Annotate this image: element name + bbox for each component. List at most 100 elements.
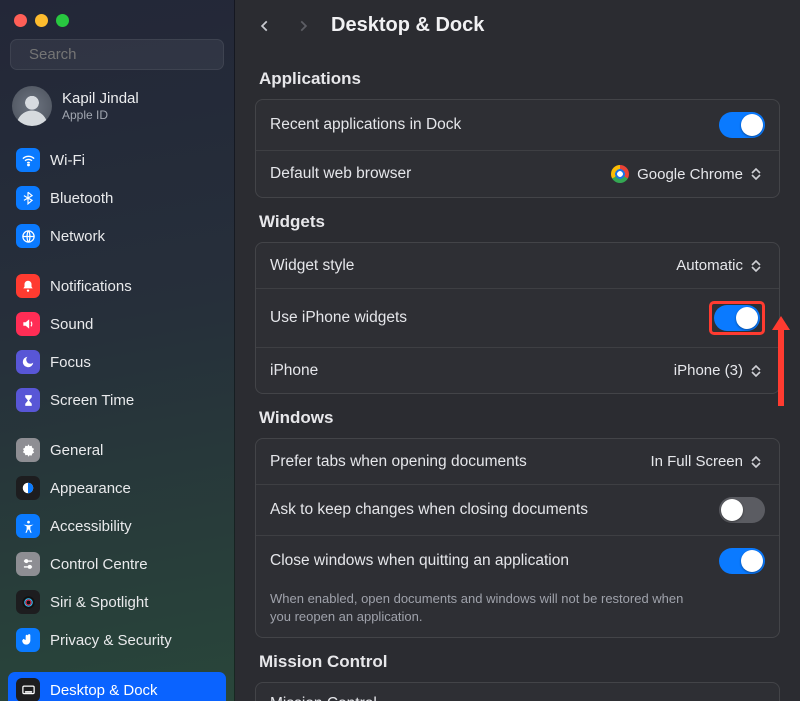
row-close-windows: Close windows when quitting an applicati…	[256, 535, 779, 637]
use-iphone-widgets-toggle[interactable]	[714, 305, 760, 331]
widget-style-select[interactable]: Automatic	[672, 255, 765, 276]
row-use-iphone-widgets: Use iPhone widgets	[256, 288, 779, 347]
main-panel: Desktop & Dock Applications Recent appli…	[235, 0, 800, 701]
sidebar-item-notifications[interactable]: Notifications	[8, 268, 226, 304]
row-iphone-select: iPhone iPhone (3)	[256, 347, 779, 393]
close-window-button[interactable]	[14, 14, 27, 27]
widget-style-value: Automatic	[676, 257, 743, 274]
page-title: Desktop & Dock	[331, 14, 484, 37]
wifi-icon	[16, 148, 40, 172]
sidebar-item-label: Control Centre	[50, 556, 148, 573]
chevron-updown-icon	[751, 260, 761, 272]
sidebar-item-control-centre[interactable]: Control Centre	[8, 546, 226, 582]
apple-id-account[interactable]: Kapil Jindal Apple ID	[0, 80, 234, 138]
dock-icon	[16, 678, 40, 701]
account-name: Kapil Jindal	[62, 90, 139, 107]
default-browser-value: Google Chrome	[637, 166, 743, 183]
iphone-select[interactable]: iPhone (3)	[670, 360, 765, 381]
accessibility-icon	[16, 514, 40, 538]
section-mission-title: Mission Control	[259, 652, 776, 672]
account-sub: Apple ID	[62, 108, 139, 122]
sidebar-item-label: Desktop & Dock	[50, 682, 158, 699]
gear-icon	[16, 438, 40, 462]
annotation-arrow	[768, 330, 786, 390]
row-mission-control: Mission Control Mission Control shows an…	[256, 683, 779, 701]
ask-keep-changes-toggle[interactable]	[719, 497, 765, 523]
sidebar-item-siri-spotlight[interactable]: Siri & Spotlight	[8, 584, 226, 620]
sidebar-item-label: Appearance	[50, 480, 131, 497]
window-traffic-lights	[0, 8, 234, 37]
row-recent-apps: Recent applications in Dock	[256, 100, 779, 150]
sidebar-item-wi-fi[interactable]: Wi-Fi	[8, 142, 226, 178]
chevron-updown-icon	[751, 456, 761, 468]
titlebar: Desktop & Dock	[235, 0, 800, 55]
bell-icon	[16, 274, 40, 298]
prefer-tabs-value: In Full Screen	[650, 453, 743, 470]
moon-icon	[16, 350, 40, 374]
minimize-window-button[interactable]	[35, 14, 48, 27]
default-browser-label: Default web browser	[270, 165, 411, 183]
sidebar-item-label: Notifications	[50, 278, 132, 295]
sidebar-item-label: Screen Time	[50, 392, 134, 409]
sidebar-item-bluetooth[interactable]: Bluetooth	[8, 180, 226, 216]
hourglass-icon	[16, 388, 40, 412]
chrome-icon	[611, 165, 629, 183]
sidebar-item-network[interactable]: Network	[8, 218, 226, 254]
bluetooth-icon	[16, 186, 40, 210]
row-default-browser: Default web browser Google Chrome	[256, 150, 779, 197]
forward-button[interactable]	[293, 16, 313, 36]
use-iphone-widgets-label: Use iPhone widgets	[270, 309, 407, 327]
close-windows-sub: When enabled, open documents and windows…	[270, 590, 690, 625]
chevron-updown-icon	[751, 365, 761, 377]
sidebar-item-privacy-security[interactable]: Privacy & Security	[8, 622, 226, 658]
section-widgets-title: Widgets	[259, 212, 776, 232]
mission-control-label: Mission Control	[270, 695, 377, 701]
close-windows-toggle[interactable]	[719, 548, 765, 574]
section-windows-title: Windows	[259, 408, 776, 428]
widget-style-label: Widget style	[270, 257, 354, 275]
recent-apps-label: Recent applications in Dock	[270, 116, 461, 134]
applications-card: Recent applications in Dock Default web …	[255, 99, 780, 198]
sidebar-item-label: Accessibility	[50, 518, 132, 535]
back-button[interactable]	[255, 16, 275, 36]
sidebar-item-focus[interactable]: Focus	[8, 344, 226, 380]
sidebar-item-appearance[interactable]: Appearance	[8, 470, 226, 506]
controls-icon	[16, 552, 40, 576]
row-prefer-tabs: Prefer tabs when opening documents In Fu…	[256, 439, 779, 484]
iphone-value: iPhone (3)	[674, 362, 743, 379]
sidebar-item-desktop-dock[interactable]: Desktop & Dock	[8, 672, 226, 701]
siri-icon	[16, 590, 40, 614]
sidebar-nav: Wi-Fi Bluetooth Network Notifications Sound F…	[0, 138, 234, 701]
sidebar-item-screen-time[interactable]: Screen Time	[8, 382, 226, 418]
prefer-tabs-select[interactable]: In Full Screen	[646, 451, 765, 472]
sidebar-item-label: Siri & Spotlight	[50, 594, 148, 611]
zoom-window-button[interactable]	[56, 14, 69, 27]
sidebar-item-label: Focus	[50, 354, 91, 371]
hand-icon	[16, 628, 40, 652]
sidebar-item-label: Wi-Fi	[50, 152, 85, 169]
search-field[interactable]	[10, 39, 224, 70]
row-ask-keep-changes: Ask to keep changes when closing documen…	[256, 484, 779, 535]
sidebar-item-label: Sound	[50, 316, 93, 333]
recent-apps-toggle[interactable]	[719, 112, 765, 138]
sidebar-item-sound[interactable]: Sound	[8, 306, 226, 342]
sidebar-item-label: General	[50, 442, 103, 459]
windows-card: Prefer tabs when opening documents In Fu…	[255, 438, 780, 638]
speaker-icon	[16, 312, 40, 336]
sidebar: Kapil Jindal Apple ID Wi-Fi Bluetooth Netw…	[0, 0, 235, 701]
sidebar-item-accessibility[interactable]: Accessibility	[8, 508, 226, 544]
chevron-updown-icon	[751, 168, 761, 180]
avatar	[12, 86, 52, 126]
sidebar-item-label: Network	[50, 228, 105, 245]
appearance-icon	[16, 476, 40, 500]
section-applications-title: Applications	[259, 69, 776, 89]
sidebar-item-general[interactable]: General	[8, 432, 226, 468]
network-icon	[16, 224, 40, 248]
sidebar-item-label: Privacy & Security	[50, 632, 172, 649]
ask-keep-changes-label: Ask to keep changes when closing documen…	[270, 501, 588, 519]
iphone-label: iPhone	[270, 362, 318, 380]
prefer-tabs-label: Prefer tabs when opening documents	[270, 453, 527, 471]
default-browser-select[interactable]: Google Chrome	[607, 163, 765, 185]
row-widget-style: Widget style Automatic	[256, 243, 779, 288]
search-input[interactable]	[29, 46, 228, 63]
